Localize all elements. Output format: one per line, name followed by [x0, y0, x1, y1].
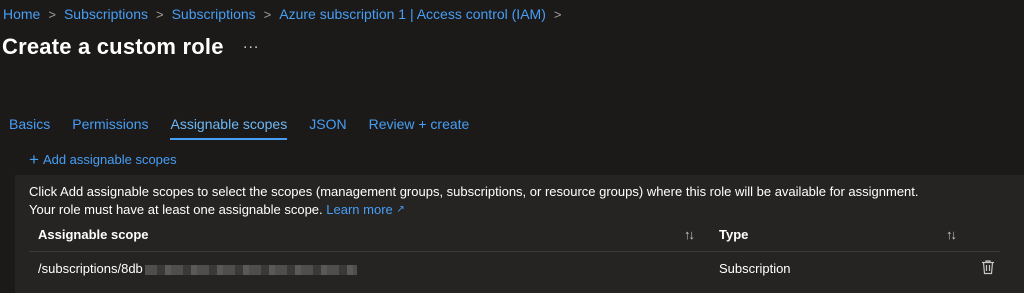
- sort-icon[interactable]: ↑↓: [684, 227, 695, 242]
- sort-icon[interactable]: ↑↓: [946, 227, 957, 242]
- tab-list: Basics Permissions Assignable scopes JSO…: [9, 114, 491, 140]
- redacted-text: [144, 264, 357, 275]
- tab-json[interactable]: JSON: [309, 114, 346, 140]
- tab-assignable-scopes[interactable]: Assignable scopes: [170, 114, 287, 140]
- tab-basics[interactable]: Basics: [9, 114, 50, 140]
- chevron-right-icon: >: [48, 6, 56, 22]
- external-link-icon: ↗: [396, 204, 405, 215]
- breadcrumb-subscriptions-2[interactable]: Subscriptions: [172, 6, 256, 22]
- learn-more-label: Learn more: [326, 202, 393, 217]
- column-header-assignable-scope: Assignable scope: [38, 227, 149, 242]
- tab-permissions[interactable]: Permissions: [72, 114, 148, 140]
- info-line-2-text: Your role must have at least one assigna…: [29, 202, 323, 217]
- plus-icon: +: [29, 150, 39, 169]
- learn-more-link[interactable]: Learn more ↗: [326, 202, 405, 217]
- more-options-icon[interactable]: ...: [243, 35, 259, 53]
- type-cell: Subscription: [719, 261, 791, 276]
- tab-review-create[interactable]: Review + create: [369, 114, 470, 140]
- header-divider: [29, 251, 1000, 252]
- chevron-right-icon: >: [553, 6, 562, 22]
- scope-cell: /subscriptions/8db: [38, 261, 143, 276]
- breadcrumb: Home > Subscriptions > Subscriptions > A…: [3, 5, 569, 23]
- trash-icon[interactable]: [981, 259, 995, 275]
- info-text: Click Add assignable scopes to select th…: [29, 183, 919, 219]
- chevron-right-icon: >: [156, 6, 164, 22]
- page-title: Create a custom role: [2, 34, 224, 59]
- table-row: /subscriptions/8db: [38, 261, 357, 276]
- breadcrumb-home[interactable]: Home: [3, 6, 40, 22]
- breadcrumb-subscriptions[interactable]: Subscriptions: [64, 6, 148, 22]
- info-line-2: Your role must have at least one assigna…: [29, 201, 919, 219]
- info-line-1: Click Add assignable scopes to select th…: [29, 184, 919, 199]
- breadcrumb-access-control[interactable]: Azure subscription 1 | Access control (I…: [279, 6, 546, 22]
- add-assignable-scopes-label: Add assignable scopes: [42, 152, 177, 167]
- add-assignable-scopes-button[interactable]: + Add assignable scopes: [29, 151, 177, 168]
- column-header-type: Type: [719, 227, 749, 242]
- chevron-right-icon: >: [263, 6, 272, 22]
